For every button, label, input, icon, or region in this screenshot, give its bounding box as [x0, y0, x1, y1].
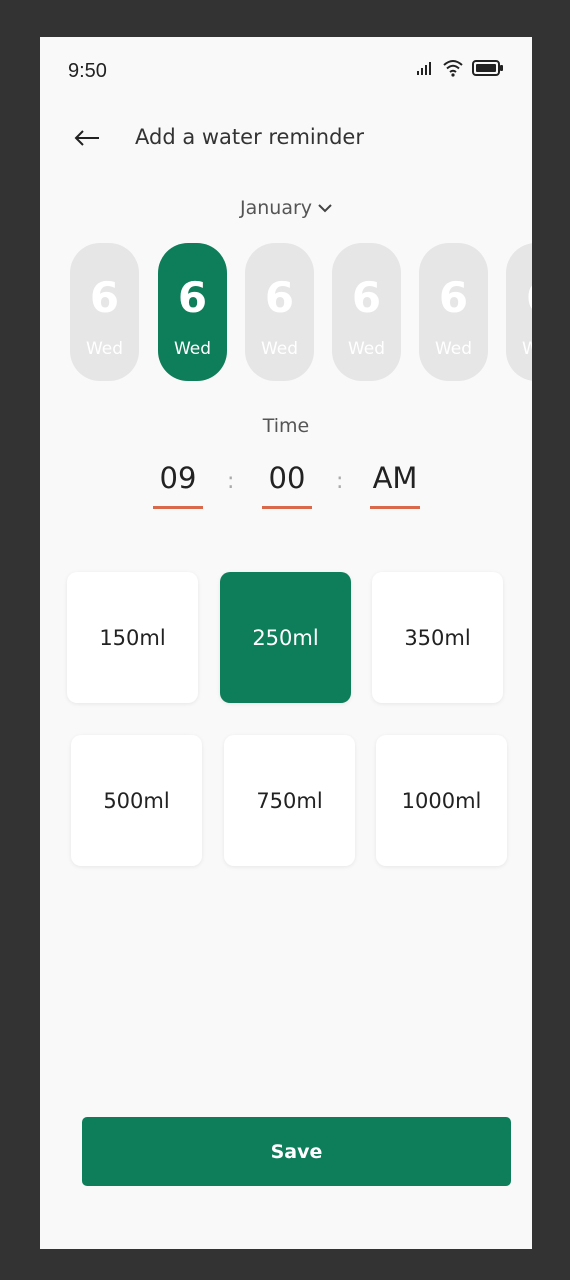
hour-underline	[153, 506, 203, 509]
day-number: 6	[89, 273, 120, 322]
amount-option[interactable]: 350ml	[372, 572, 503, 703]
minute-field[interactable]: 00	[262, 461, 312, 509]
amount-label: 250ml	[252, 625, 319, 650]
amount-label: 350ml	[404, 625, 471, 650]
page-title: Add a water reminder	[135, 125, 364, 149]
phone-screen: 9:50 Add a water reminder January 6 Wed …	[40, 37, 532, 1249]
day-card[interactable]: 6 Wed	[245, 243, 314, 381]
day-number: 6	[351, 273, 382, 322]
period-value: AM	[372, 461, 418, 495]
day-weekday: Wed	[347, 339, 386, 359]
amount-label: 150ml	[99, 625, 166, 650]
month-dropdown[interactable]: January	[240, 197, 332, 219]
day-weekday: Wed	[434, 339, 473, 359]
day-weekday: Wed	[521, 339, 532, 359]
amount-option[interactable]: 150ml	[67, 572, 198, 703]
time-separator: :	[227, 469, 235, 494]
amount-label: 1000ml	[401, 788, 482, 813]
day-weekday: Wed	[85, 339, 124, 359]
time-label: Time	[262, 415, 310, 437]
amount-option[interactable]: 500ml	[71, 735, 202, 866]
day-card[interactable]: 6 Wed	[70, 243, 139, 381]
back-button[interactable]	[72, 123, 102, 153]
save-button[interactable]: Save	[82, 1117, 511, 1186]
chevron-down-icon	[318, 204, 332, 213]
day-card-selected[interactable]: 6 Wed	[158, 243, 227, 381]
month-label: January	[239, 197, 313, 219]
amount-option-selected[interactable]: 250ml	[220, 572, 351, 703]
day-number: 6	[177, 273, 208, 322]
minute-value: 00	[268, 461, 306, 495]
day-weekday: Wed	[173, 339, 212, 359]
day-card[interactable]: 6 Wed	[419, 243, 488, 381]
period-field[interactable]: AM	[370, 461, 420, 509]
minute-underline	[262, 506, 312, 509]
amount-option[interactable]: 750ml	[224, 735, 355, 866]
time-separator: :	[336, 469, 344, 494]
period-underline	[370, 506, 420, 509]
status-time: 9:50	[68, 60, 107, 82]
month-selector: January	[40, 197, 532, 219]
day-card[interactable]: 6 Wed	[506, 243, 532, 381]
day-number: 6	[506, 273, 532, 322]
day-weekday: Wed	[260, 339, 299, 359]
day-strip: 6 Wed 6 Wed 6 Wed 6 Wed 6 Wed 6 Wed	[70, 243, 532, 383]
status-bar: 9:50	[40, 37, 532, 97]
wifi-icon	[442, 59, 464, 81]
day-card[interactable]: 6 Wed	[332, 243, 401, 381]
day-number: 6	[438, 273, 469, 322]
hour-value: 09	[159, 461, 197, 495]
battery-icon	[472, 59, 504, 81]
time-picker: 09 : 00 : AM	[40, 461, 532, 511]
day-number: 6	[264, 273, 295, 322]
amount-label: 500ml	[103, 788, 170, 813]
amount-option[interactable]: 1000ml	[376, 735, 507, 866]
save-label: Save	[270, 1140, 323, 1163]
signal-icon	[416, 60, 434, 80]
hour-field[interactable]: 09	[153, 461, 203, 509]
arrow-left-icon	[74, 130, 99, 146]
header: Add a water reminder	[40, 117, 532, 161]
amount-label: 750ml	[256, 788, 323, 813]
status-icons	[416, 59, 504, 81]
